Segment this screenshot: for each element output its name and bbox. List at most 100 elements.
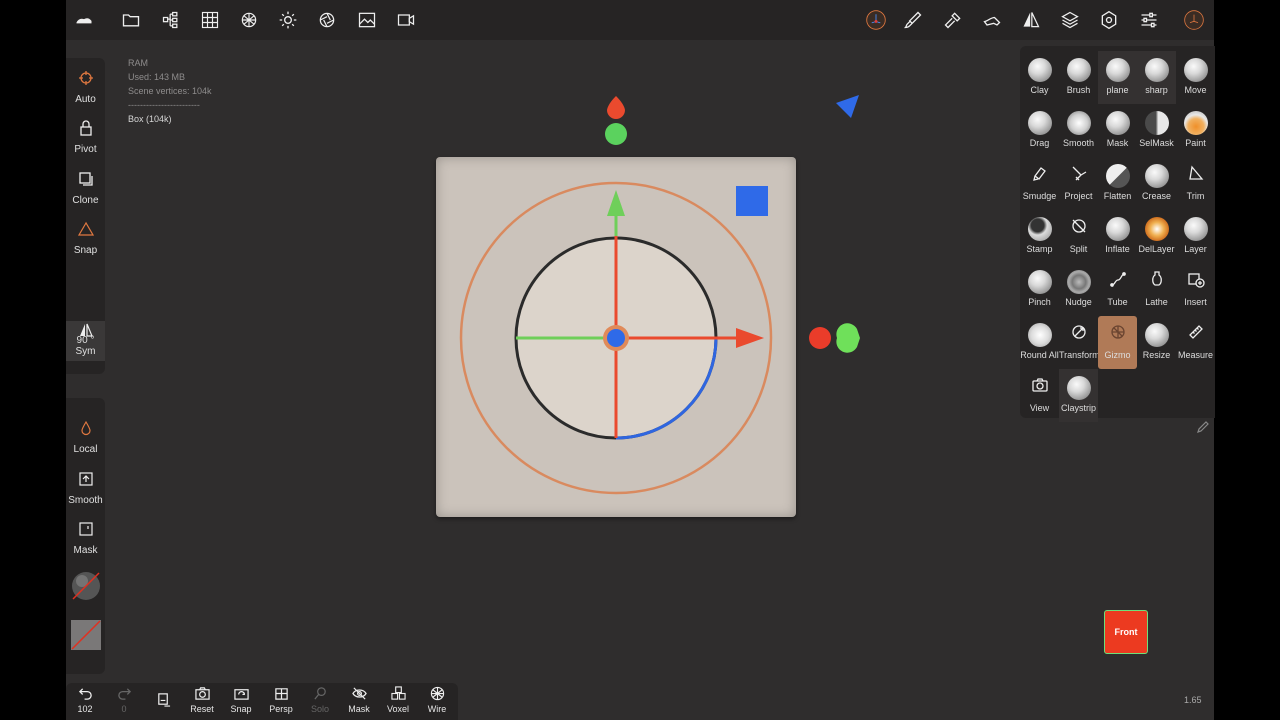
- view-cube-front[interactable]: Front: [1104, 610, 1148, 654]
- gizmo-icon: [1098, 323, 1137, 347]
- undo-button[interactable]: 102: [66, 686, 104, 714]
- bottom-toolbar: 102 0 Reset Snap Persp Solo Mask Voxel W…: [66, 683, 458, 720]
- blue-cone-handle[interactable]: [836, 95, 859, 118]
- paint-icon: [1183, 111, 1208, 135]
- mask-view-button[interactable]: Mask: [340, 686, 378, 714]
- z-scale-handle[interactable]: [736, 186, 768, 216]
- menu-button[interactable]: [144, 686, 182, 710]
- tool-resize[interactable]: Resize: [1137, 316, 1176, 369]
- gizmo-center[interactable]: [607, 329, 625, 347]
- clone-button[interactable]: Clone: [66, 171, 105, 206]
- reset-camera-icon: [183, 686, 221, 704]
- snap-view-button[interactable]: Snap: [222, 686, 260, 714]
- green-cone-handle[interactable]: [836, 323, 860, 353]
- wire-button[interactable]: Wire: [418, 686, 456, 714]
- tool-measure[interactable]: Measure: [1176, 316, 1215, 369]
- tool-stamp[interactable]: Stamp: [1020, 210, 1059, 263]
- clone-icon: [66, 171, 105, 191]
- nudge-icon: [1066, 270, 1091, 294]
- tool-sharp[interactable]: sharp: [1137, 51, 1176, 104]
- clone-label: Clone: [72, 195, 99, 206]
- tool-label: Resize: [1142, 350, 1171, 360]
- tool-clay[interactable]: Clay: [1020, 51, 1059, 104]
- snap-button[interactable]: Snap: [66, 221, 105, 256]
- sym-button[interactable]: Sym: [66, 322, 105, 357]
- tool-crease[interactable]: Crease: [1137, 157, 1176, 210]
- ruler-icon: [1176, 323, 1215, 347]
- tool-move[interactable]: Move: [1176, 51, 1215, 104]
- voxel-button[interactable]: Voxel: [379, 686, 417, 714]
- tool-trim[interactable]: Trim: [1176, 157, 1215, 210]
- persp-label: Persp: [269, 704, 293, 714]
- tool-round-all[interactable]: Round All: [1020, 316, 1059, 369]
- matcap-swatch[interactable]: [71, 571, 101, 601]
- auto-button[interactable]: Auto: [66, 70, 105, 105]
- tool-view[interactable]: View: [1020, 369, 1059, 422]
- tube-icon: [1098, 270, 1137, 294]
- tool-claystrip[interactable]: Claystrip: [1059, 369, 1098, 422]
- snap-camera-icon: [222, 686, 260, 704]
- pivot-button[interactable]: Pivot: [66, 120, 105, 155]
- tool-insert[interactable]: Insert: [1176, 263, 1215, 316]
- dellayer-icon: [1144, 217, 1169, 241]
- tool-nudge[interactable]: Nudge: [1059, 263, 1098, 316]
- red-cone-handle[interactable]: [607, 96, 625, 119]
- tool-layer[interactable]: Layer: [1176, 210, 1215, 263]
- tool-gizmo[interactable]: Gizmo: [1098, 316, 1137, 369]
- eye-off-icon: [340, 686, 378, 704]
- tool-label: Brush: [1066, 85, 1091, 95]
- mask-button[interactable]: Mask: [66, 521, 105, 556]
- snap-label: Snap: [73, 245, 98, 256]
- pencil-icon[interactable]: [1196, 420, 1210, 437]
- red-sphere-handle[interactable]: [809, 327, 831, 349]
- left-toolbar-lower: Local Smooth Mask: [66, 398, 105, 674]
- drag-icon: [1027, 111, 1052, 135]
- tool-tube[interactable]: Tube: [1098, 263, 1137, 316]
- tool-label: Move: [1184, 85, 1207, 95]
- green-sphere-handle[interactable]: [605, 123, 627, 145]
- tool-label: SelMask: [1139, 138, 1174, 148]
- tool-smooth[interactable]: Smooth: [1059, 104, 1098, 157]
- mask-label: Mask: [73, 545, 98, 556]
- tool-label: plane: [1106, 85, 1129, 95]
- tool-pinch[interactable]: Pinch: [1020, 263, 1059, 316]
- tool-label: Lathe: [1145, 297, 1168, 307]
- color-swatch[interactable]: [71, 620, 101, 650]
- persp-button[interactable]: Persp: [262, 686, 300, 714]
- triangle-icon: [66, 221, 105, 241]
- tool-smudge[interactable]: Smudge: [1020, 157, 1059, 210]
- flatten-icon: [1105, 164, 1130, 188]
- tool-label: Smooth: [1062, 138, 1095, 148]
- smooth-icon: [66, 471, 105, 491]
- tool-lathe[interactable]: Lathe: [1137, 263, 1176, 316]
- smooth-button[interactable]: Smooth: [66, 471, 105, 506]
- clay-icon: [1027, 58, 1052, 82]
- tool-label: Trim: [1186, 191, 1205, 201]
- y-axis-arrow[interactable]: [607, 190, 625, 216]
- tool-selmask[interactable]: SelMask: [1137, 104, 1176, 157]
- reset-label: Reset: [190, 704, 214, 714]
- tool-project[interactable]: Project: [1059, 157, 1098, 210]
- undo-icon: [66, 686, 104, 704]
- tool-transform[interactable]: Transform: [1059, 316, 1100, 369]
- tool-drag[interactable]: Drag: [1020, 104, 1059, 157]
- tool-plane[interactable]: plane: [1098, 51, 1137, 104]
- tool-label: Gizmo: [1104, 350, 1131, 360]
- move-icon: [1183, 58, 1208, 82]
- tool-split[interactable]: Split: [1059, 210, 1098, 263]
- tool-dellayer[interactable]: DelLayer: [1137, 210, 1176, 263]
- local-button[interactable]: Local: [66, 420, 105, 455]
- insert-icon: [1176, 270, 1215, 294]
- tool-brush[interactable]: Brush: [1059, 51, 1098, 104]
- reset-button[interactable]: Reset: [183, 686, 221, 714]
- tool-mask[interactable]: Mask: [1098, 104, 1137, 157]
- tool-label: Project: [1064, 191, 1093, 201]
- solo-button[interactable]: Solo: [301, 686, 339, 714]
- transform-icon: [1059, 323, 1098, 347]
- tool-label: Nudge: [1065, 297, 1092, 307]
- redo-button[interactable]: 0: [105, 686, 143, 714]
- tool-paint[interactable]: Paint: [1176, 104, 1215, 157]
- x-axis-arrow[interactable]: [736, 328, 764, 348]
- tool-inflate[interactable]: Inflate: [1098, 210, 1137, 263]
- tool-flatten[interactable]: Flatten: [1098, 157, 1137, 210]
